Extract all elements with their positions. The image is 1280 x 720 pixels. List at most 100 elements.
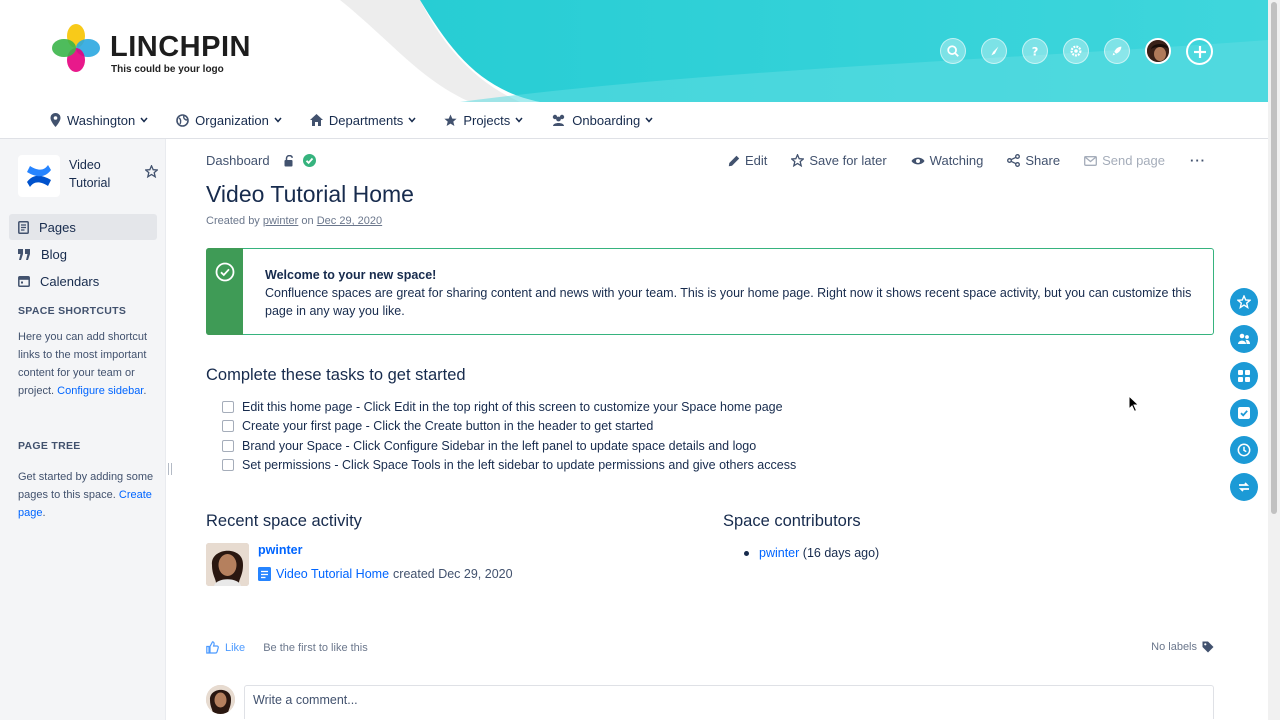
- page-icon: [258, 567, 271, 581]
- page-tree-heading: PAGE TREE: [18, 440, 81, 452]
- header-actions: ?: [940, 38, 1213, 65]
- breadcrumb: Dashboard: [206, 153, 316, 168]
- space-name[interactable]: Video Tutorial: [69, 156, 129, 192]
- checkbox-icon: [1238, 407, 1250, 419]
- avatar[interactable]: [1145, 38, 1171, 64]
- star-icon: [444, 114, 457, 126]
- confluence-icon: [27, 165, 51, 187]
- chevron-down-icon: [274, 117, 282, 123]
- help-icon: ?: [1032, 44, 1039, 58]
- welcome-panel: Welcome to your new space! Confluence sp…: [206, 248, 1214, 335]
- search-button[interactable]: [940, 38, 966, 64]
- nav-item-onboarding[interactable]: Onboarding: [551, 113, 653, 128]
- task-list: Edit this home page - Click Edit in the …: [222, 397, 796, 475]
- created-date-link[interactable]: Dec 29, 2020: [317, 215, 382, 227]
- space-sidebar: Video Tutorial Pages Blog Calendars SPAC…: [0, 139, 166, 720]
- panel-title: Welcome to your new space!: [265, 268, 437, 282]
- task-item: Set permissions - Click Space Tools in t…: [222, 456, 796, 476]
- unlock-icon[interactable]: [284, 154, 295, 167]
- chevron-down-icon: [408, 117, 416, 123]
- calendar-icon: [18, 276, 30, 287]
- pencil-icon: [728, 155, 740, 166]
- chevron-down-icon: [645, 117, 653, 123]
- task-checkbox[interactable]: [222, 420, 234, 433]
- team-float-button[interactable]: [1230, 325, 1258, 353]
- space-shortcuts-text: Here you can add shortcut links to the m…: [18, 331, 148, 397]
- sidebar-item-label: Calendars: [40, 273, 100, 289]
- save-for-later-button[interactable]: Save for later: [791, 153, 887, 168]
- send-page-button[interactable]: Send page: [1084, 153, 1165, 168]
- sidebar-item-pages[interactable]: Pages: [9, 214, 157, 240]
- plus-icon: [1193, 45, 1206, 58]
- share-button[interactable]: Share: [1007, 153, 1060, 168]
- star-outline-icon[interactable]: [145, 165, 158, 178]
- eye-icon: [911, 157, 925, 164]
- avatar[interactable]: [206, 543, 249, 586]
- sidebar-item-calendars[interactable]: Calendars: [9, 268, 157, 294]
- activity-user-link[interactable]: pwinter: [258, 543, 302, 557]
- watching-button[interactable]: Watching: [911, 153, 983, 168]
- like-summary: Be the first to like this: [263, 641, 368, 654]
- star-icon: [1237, 295, 1251, 309]
- page-scrollbar[interactable]: [1268, 0, 1280, 720]
- top-header: LINCHPIN This could be your logo ?: [0, 0, 1268, 102]
- launch-button[interactable]: [1104, 38, 1130, 64]
- sidebar-item-label: Pages: [39, 219, 76, 235]
- envelope-icon: [1084, 155, 1098, 166]
- compass-icon: [991, 46, 999, 56]
- space-shortcuts-heading: SPACE SHORTCUTS: [18, 305, 127, 317]
- create-button[interactable]: [1186, 38, 1213, 65]
- settings-button[interactable]: [1063, 38, 1089, 64]
- explore-button[interactable]: [981, 38, 1007, 64]
- no-labels-text: No labels: [1151, 641, 1197, 653]
- star-outline-icon: [791, 154, 805, 167]
- task-checkbox[interactable]: [222, 459, 234, 472]
- tasks-float-button[interactable]: [1230, 399, 1258, 427]
- task-item: Brand your Space - Click Configure Sideb…: [222, 436, 796, 456]
- linchpin-logo-icon: [50, 22, 102, 74]
- sidebar-item-blog[interactable]: Blog: [9, 241, 157, 267]
- like-button[interactable]: Like: [206, 641, 245, 654]
- more-icon: ···: [1190, 153, 1206, 168]
- more-actions-button[interactable]: ···: [1190, 153, 1206, 168]
- contributors-heading: Space contributors: [723, 512, 861, 530]
- contributor-link[interactable]: pwinter: [759, 546, 799, 560]
- breadcrumb-dashboard[interactable]: Dashboard: [206, 153, 270, 168]
- rocket-icon: [1112, 46, 1122, 56]
- nav-label: Departments: [328, 112, 404, 128]
- check-circle-icon: [215, 262, 234, 282]
- transfer-float-button[interactable]: [1230, 473, 1258, 501]
- configure-sidebar-link[interactable]: Configure sidebar: [57, 385, 143, 397]
- comment-input[interactable]: Write a comment...: [244, 685, 1214, 719]
- brand-logo[interactable]: LINCHPIN This could be your logo: [50, 22, 251, 75]
- tasks-heading: Complete these tasks to get started: [206, 366, 466, 384]
- labels-area[interactable]: No labels: [1151, 641, 1214, 653]
- author-link[interactable]: pwinter: [263, 215, 298, 227]
- activity-page-link[interactable]: Video Tutorial Home: [276, 567, 389, 581]
- sidebar-resize-handle[interactable]: [168, 463, 172, 475]
- globe-icon: [176, 113, 189, 127]
- nav-label: Washington: [67, 112, 136, 128]
- page-tree-text: Get started by adding some pages to this…: [18, 471, 154, 519]
- task-checkbox[interactable]: [222, 439, 234, 452]
- svg-text:?: ?: [1032, 44, 1039, 58]
- apps-float-button[interactable]: [1230, 362, 1258, 390]
- nav-item-projects[interactable]: Projects: [444, 113, 523, 128]
- nav-item-departments[interactable]: Departments: [309, 112, 416, 128]
- favorite-float-button[interactable]: [1230, 288, 1258, 316]
- chevron-down-icon: [140, 117, 148, 123]
- space-logo[interactable]: [18, 155, 60, 197]
- nav-item-washington[interactable]: Washington: [50, 113, 148, 128]
- history-float-button[interactable]: [1230, 436, 1258, 464]
- nav-item-organization[interactable]: Organization: [176, 113, 282, 128]
- activity-item: pwinter Video Tutorial Home created Dec …: [206, 542, 513, 586]
- help-button[interactable]: ?: [1022, 38, 1048, 64]
- task-checkbox[interactable]: [222, 400, 234, 413]
- scrollbar-thumb[interactable]: [1271, 2, 1277, 514]
- page-byline: Created by pwinter on Dec 29, 2020: [206, 215, 383, 227]
- edit-button[interactable]: Edit: [728, 153, 767, 168]
- people-icon: [1238, 333, 1250, 344]
- nav-label: Onboarding: [572, 112, 641, 128]
- tag-icon: [1202, 641, 1214, 653]
- people-icon: [553, 114, 565, 126]
